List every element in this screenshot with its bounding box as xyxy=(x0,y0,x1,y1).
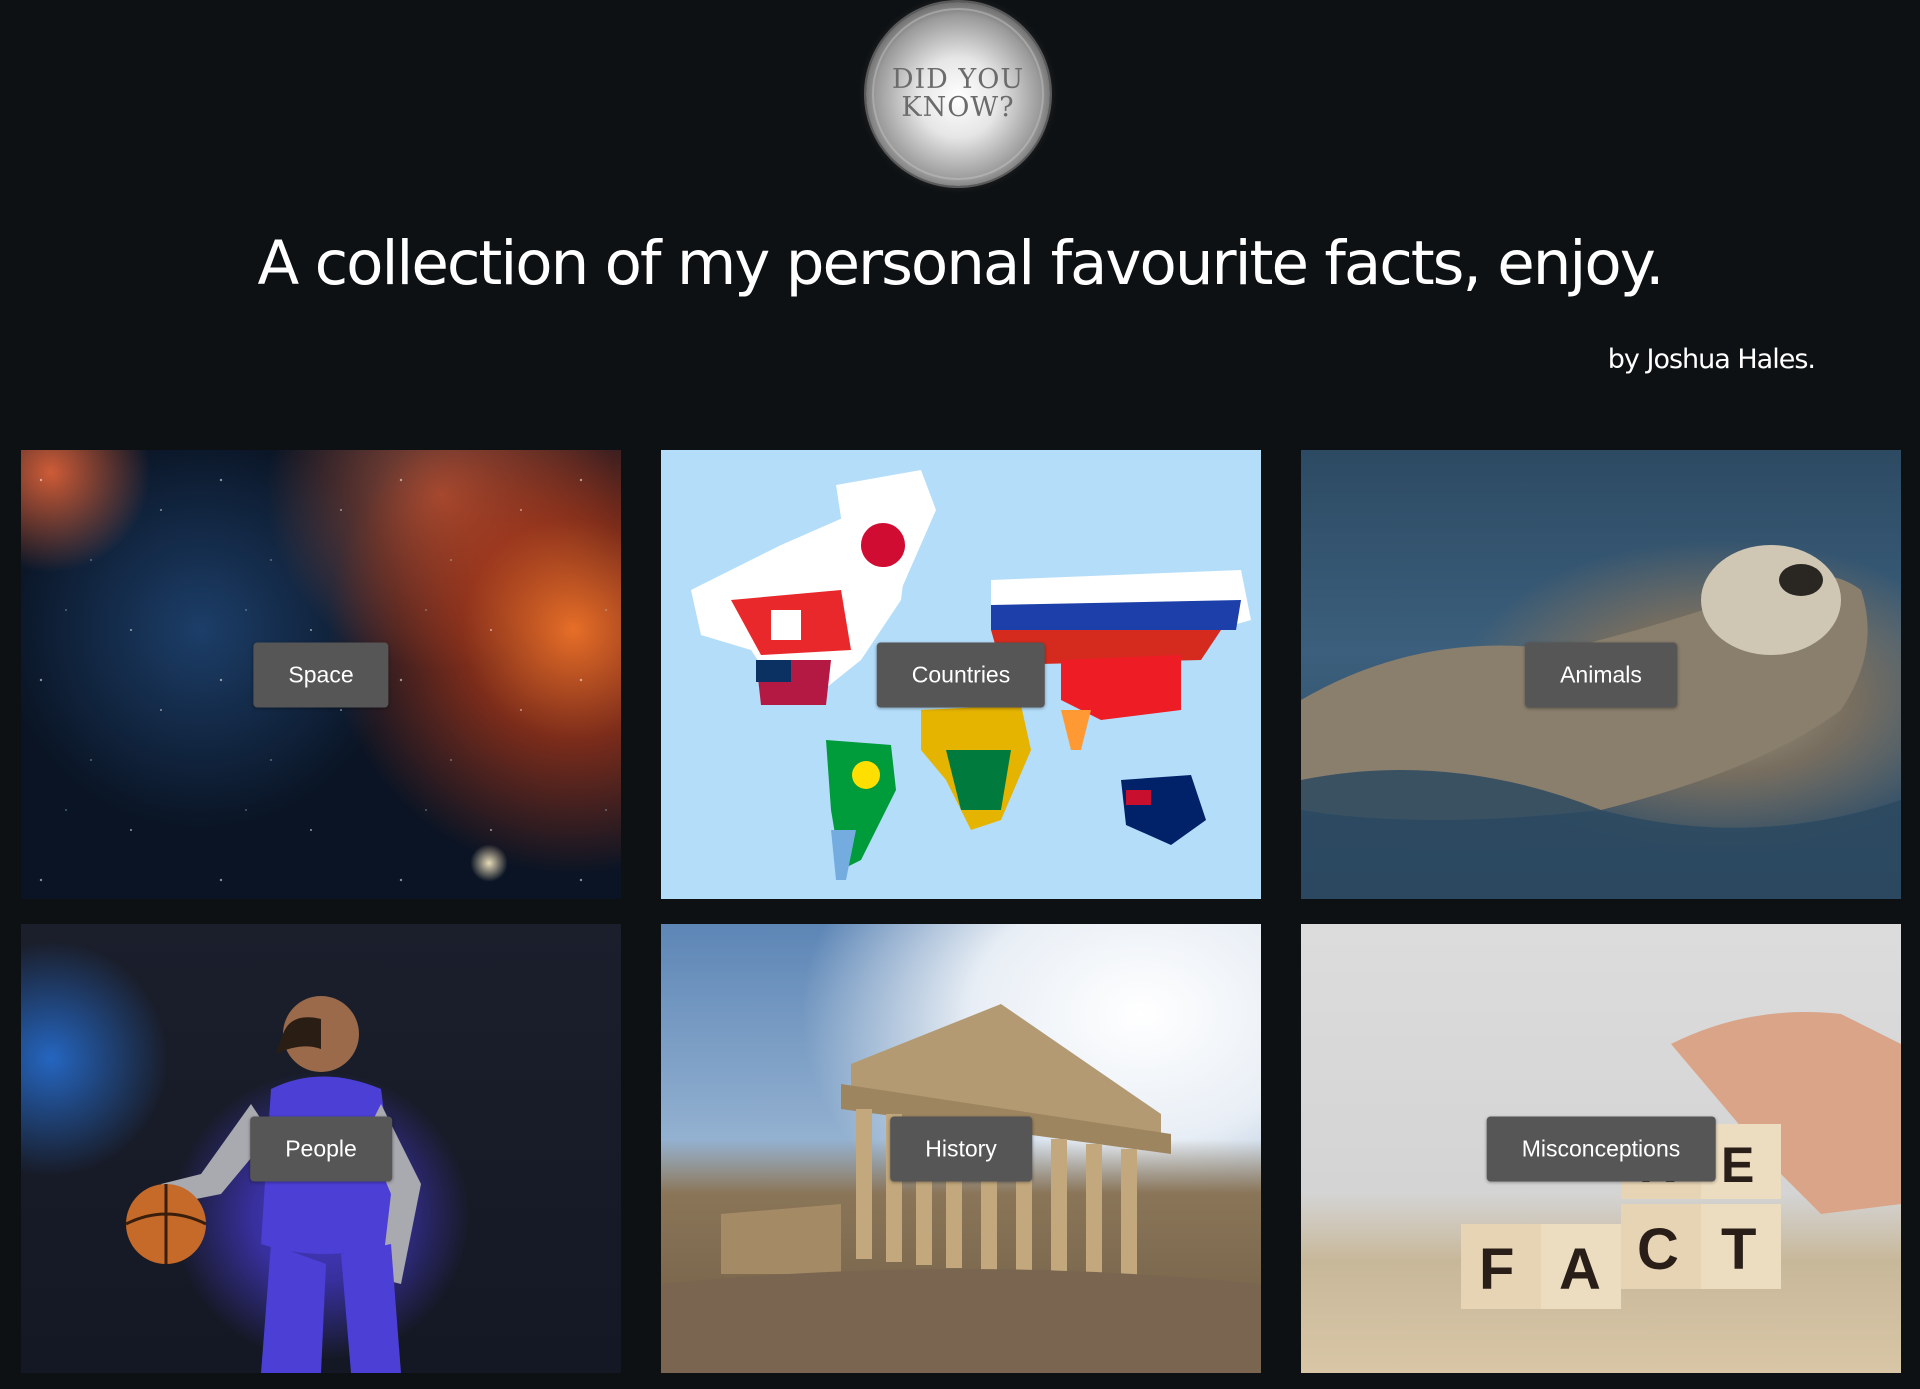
block-letter-c: C xyxy=(1637,1217,1679,1282)
page-headline: A collection of my personal favourite fa… xyxy=(257,228,1664,299)
countries-button[interactable]: Countries xyxy=(876,642,1046,707)
block-letter-t: T xyxy=(1721,1217,1756,1282)
author-byline: by Joshua Hales. xyxy=(1607,344,1816,375)
page: DID YOU KNOW? A collection of my persona… xyxy=(0,0,1920,1389)
category-card-space[interactable]: Space xyxy=(21,450,621,899)
category-card-countries[interactable]: Countries xyxy=(661,450,1261,899)
block-letter-a: A xyxy=(1559,1237,1601,1302)
category-card-animals[interactable]: Animals xyxy=(1301,450,1901,899)
history-button[interactable]: History xyxy=(890,1116,1032,1181)
logo-text-line1: DID YOU xyxy=(891,64,1025,95)
people-button[interactable]: People xyxy=(250,1116,392,1181)
logo-text-line2: KNOW? xyxy=(901,92,1015,123)
misconceptions-button[interactable]: Misconceptions xyxy=(1486,1116,1716,1181)
block-letter-f: F xyxy=(1479,1237,1514,1302)
animals-button[interactable]: Animals xyxy=(1525,642,1677,707)
did-you-know-logo[interactable]: DID YOU KNOW? xyxy=(866,2,1050,186)
space-button[interactable]: Space xyxy=(253,642,389,707)
category-grid: Space Countries Animals People History F… xyxy=(21,450,1903,1373)
category-card-history[interactable]: History xyxy=(661,924,1261,1373)
category-card-misconceptions[interactable]: F A C T K E Misconceptions xyxy=(1301,924,1901,1373)
category-card-people[interactable]: People xyxy=(21,924,621,1373)
block-letter-e: E xyxy=(1721,1137,1754,1193)
